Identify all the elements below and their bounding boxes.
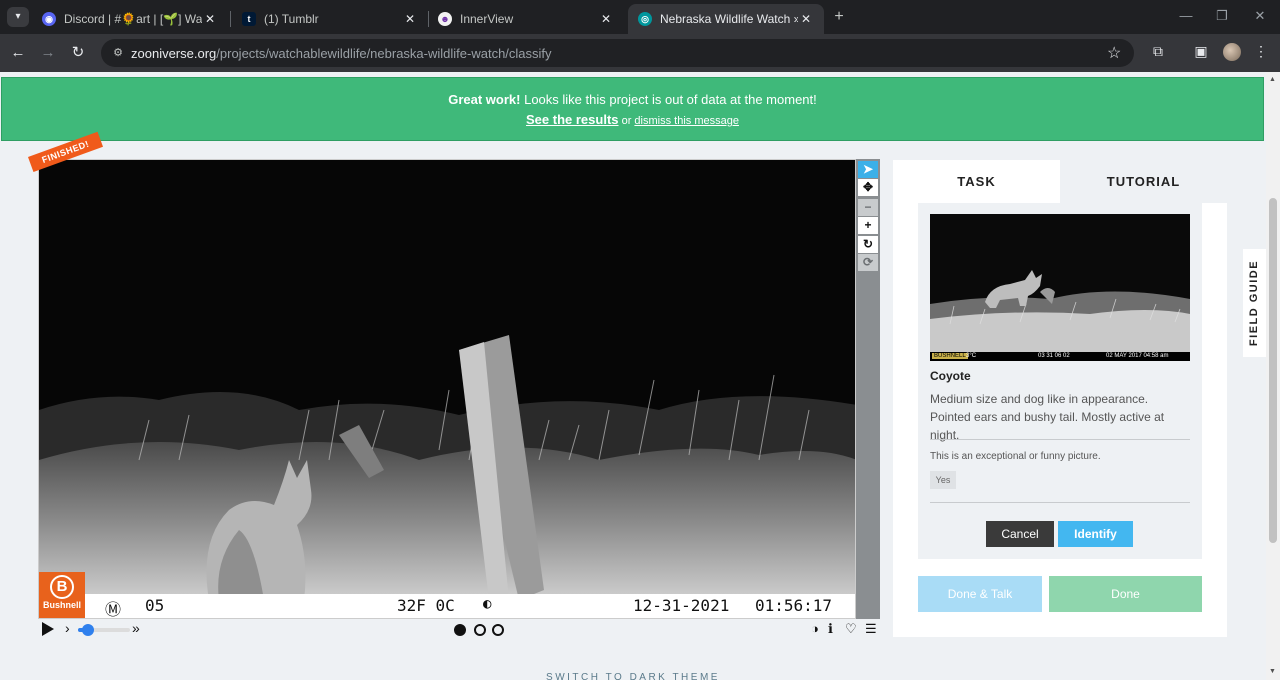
tab-title: Nebraska Wildlife Watch » Classif <box>660 12 798 26</box>
browser-toolbar: ← → ↻ ⚙ zooniverse.org/projects/watchabl… <box>0 34 1280 72</box>
capture-date: 12-31-2021 <box>633 596 730 615</box>
camera-mode: Ⓜ <box>105 600 122 619</box>
frame-dot-3[interactable] <box>492 624 504 636</box>
frame-number: 05 <box>145 596 165 615</box>
page-scrollbar[interactable]: ▲ ▼ <box>1266 72 1280 680</box>
collections-list-icon[interactable]: ☰ <box>865 621 877 637</box>
divider <box>930 502 1190 503</box>
capture-time: 01:56:17 <box>755 596 833 615</box>
dismiss-message-link[interactable]: dismiss this message <box>634 115 739 127</box>
close-icon[interactable]: ✕ <box>598 12 614 26</box>
profile-avatar[interactable] <box>1223 43 1241 61</box>
tab-task[interactable]: TASK <box>893 160 1060 203</box>
cancel-button[interactable]: Cancel <box>986 521 1054 547</box>
reload-icon[interactable]: ↻ <box>69 44 87 62</box>
page-content: Great work! Looks like this project is o… <box>0 72 1266 680</box>
rotate-icon[interactable]: ↻ <box>858 236 878 253</box>
frame-dot-2[interactable] <box>474 624 486 636</box>
tab-tutorial[interactable]: TUTORIAL <box>1060 160 1227 203</box>
done-button[interactable]: Done <box>1049 576 1202 612</box>
discord-icon: ◉ <box>42 12 56 26</box>
address-bar[interactable]: ⚙ zooniverse.org/projects/watchablewildl… <box>101 39 1134 67</box>
window-close-icon[interactable]: ✕ <box>1250 8 1270 24</box>
favorite-heart-icon[interactable]: ♡ <box>845 621 857 637</box>
kebab-menu-icon[interactable]: ⋮ <box>1252 43 1270 60</box>
divider <box>930 439 1190 440</box>
zoom-out-icon[interactable]: − <box>858 199 878 216</box>
species-example-image: BUSHNELL 3°C 03 31 06 02 02 MAY 2017 04:… <box>930 214 1190 361</box>
thumbnail-info-strip: BUSHNELL 3°C 03 31 06 02 02 MAY 2017 04:… <box>930 352 1190 361</box>
question-text: This is an exceptional or funny picture. <box>930 451 1101 462</box>
site-settings-icon[interactable]: ⚙ <box>110 45 126 61</box>
close-icon[interactable]: ✕ <box>202 12 218 26</box>
tab-nebraska-wildlife-watch[interactable]: ◎ Nebraska Wildlife Watch » Classif ✕ <box>628 4 824 34</box>
reset-icon[interactable]: ⟳ <box>858 254 878 271</box>
step-chevron-icon[interactable]: › <box>65 620 70 636</box>
species-detail: BUSHNELL 3°C 03 31 06 02 02 MAY 2017 04:… <box>918 203 1202 559</box>
out-of-data-banner: Great work! Looks like this project is o… <box>1 77 1264 141</box>
scroll-up-icon[interactable]: ▲ <box>1269 76 1276 83</box>
zoom-in-icon[interactable]: + <box>858 217 878 234</box>
bookmark-star-icon[interactable]: ☆ <box>1107 43 1121 63</box>
innerview-icon: ☻ <box>438 12 452 26</box>
tab-search-chevron-icon[interactable]: ▾ <box>7 7 29 27</box>
frame-controls: › » ◑ ℹ ♡ ☰ <box>38 620 880 640</box>
maximize-icon[interactable]: ❐ <box>1212 8 1232 24</box>
url-text[interactable]: zooniverse.org/projects/watchablewildlif… <box>131 46 552 61</box>
species-name: Coyote <box>930 369 971 383</box>
task-panel: TASK TUTORIAL BUSHNELL 3°C 03 31 06 02 0… <box>893 160 1227 637</box>
bushnell-logo: B Bushnell <box>39 572 85 618</box>
frame-dot-1[interactable] <box>454 624 466 636</box>
moon-phase-icon: ◐ <box>483 596 492 612</box>
tab-tumblr[interactable]: t (1) Tumblr ✕ <box>232 4 428 34</box>
tab-innerview[interactable]: ☻ InnerView ✕ <box>428 4 624 34</box>
extensions-puzzle-icon[interactable]: ⧉ <box>1149 43 1167 60</box>
tab-separator <box>230 11 231 27</box>
tab-title: Discord | #🌻art | [🌱] Warrior <box>64 12 202 26</box>
forward-arrow-icon[interactable]: → <box>39 44 57 62</box>
camera-info-strip: Ⓜ 05 32F 0C ◐ 12-31-2021 01:56:17 <box>39 594 855 619</box>
pointer-icon[interactable]: ➤ <box>858 161 878 178</box>
contrast-icon[interactable]: ◑ <box>811 621 819 636</box>
switch-dark-theme-link[interactable]: SWITCH TO DARK THEME <box>0 672 1266 680</box>
tab-discord[interactable]: ◉ Discord | #🌻art | [🌱] Warrior ✕ <box>32 4 228 34</box>
trail-camera-photo <box>39 160 855 618</box>
scroll-down-icon[interactable]: ▼ <box>1269 668 1276 675</box>
see-results-link[interactable]: See the results <box>526 112 619 127</box>
close-icon[interactable]: ✕ <box>402 12 418 26</box>
tab-title: (1) Tumblr <box>264 12 319 26</box>
yes-button[interactable]: Yes <box>930 471 956 489</box>
minimize-icon[interactable]: — <box>1176 8 1196 23</box>
fast-forward-chevron-icon[interactable]: » <box>132 620 140 636</box>
scrollbar-thumb[interactable] <box>1269 198 1277 543</box>
info-icon[interactable]: ℹ <box>828 621 833 637</box>
tumblr-icon: t <box>242 12 256 26</box>
identify-button[interactable]: Identify <box>1058 521 1133 547</box>
temperature: 32F 0C <box>397 596 455 615</box>
done-and-talk-button[interactable]: Done & Talk <box>918 576 1042 612</box>
species-description: Medium size and dog like in appearance. … <box>930 392 1165 442</box>
play-icon[interactable] <box>42 622 54 636</box>
viewer-toolbar: ➤ ✥ − + ↻ ⟳ <box>856 159 880 619</box>
tab-title: InnerView <box>460 12 514 26</box>
subject-image-viewer[interactable]: Ⓜ 05 32F 0C ◐ 12-31-2021 01:56:17 B Bush… <box>38 159 856 619</box>
close-icon[interactable]: ✕ <box>798 12 814 26</box>
move-icon[interactable]: ✥ <box>858 179 878 196</box>
field-guide-tab[interactable]: FIELD GUIDE <box>1243 249 1266 357</box>
banner-message: Great work! Looks like this project is o… <box>448 92 817 107</box>
playback-speed-slider[interactable] <box>78 624 130 636</box>
zooniverse-icon: ◎ <box>638 12 652 26</box>
new-tab-plus-icon[interactable]: + <box>830 8 848 26</box>
back-arrow-icon[interactable]: ← <box>9 44 27 62</box>
side-panel-icon[interactable]: ▣ <box>1192 43 1210 60</box>
browser-tab-bar: ▾ ◉ Discord | #🌻art | [🌱] Warrior ✕ t (1… <box>0 0 1280 34</box>
